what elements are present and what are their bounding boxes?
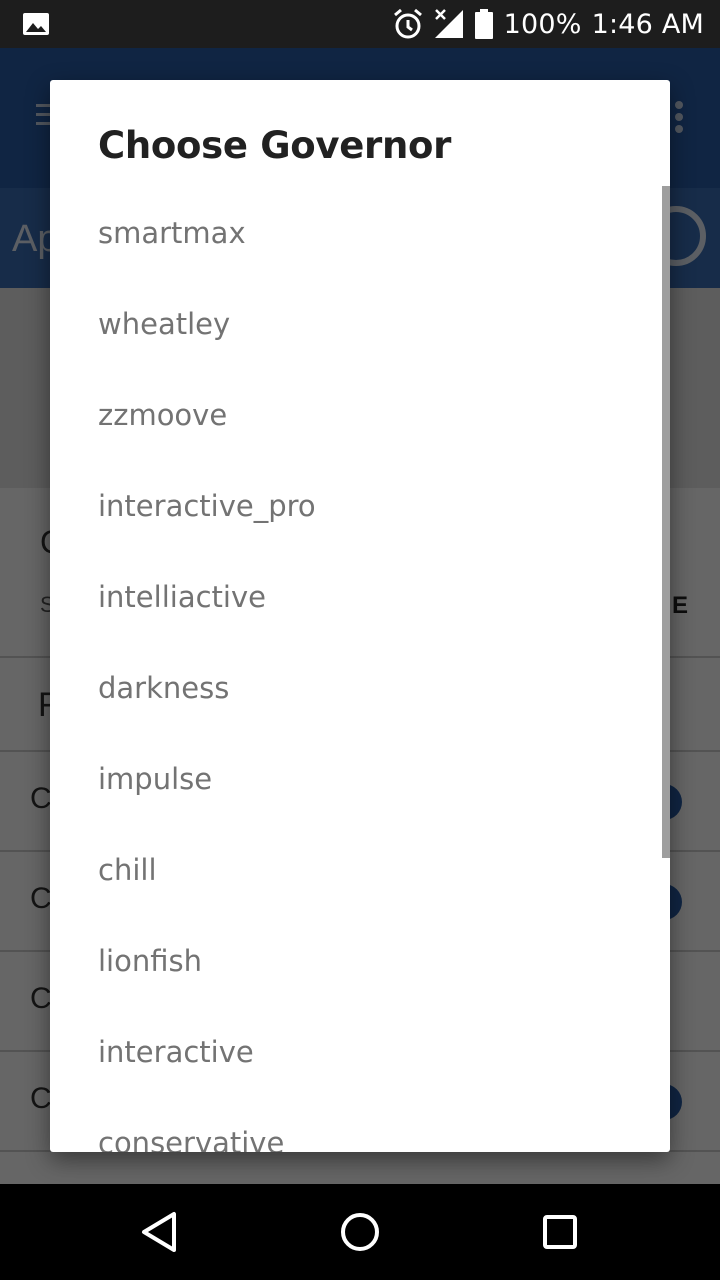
clock: 1:46 AM xyxy=(591,8,704,40)
option-intelliactive[interactable]: intelliactive xyxy=(50,551,670,642)
option-darkness[interactable]: darkness xyxy=(50,642,670,733)
governor-option-list[interactable]: smartmax wheatley zzmoove interactive_pr… xyxy=(50,187,670,1153)
option-interactive-pro[interactable]: interactive_pro xyxy=(50,460,670,551)
choose-governor-dialog: Choose Governor smartmax wheatley zzmoov… xyxy=(50,80,670,1152)
option-chill[interactable]: chill xyxy=(50,824,670,915)
alarm-icon xyxy=(393,8,422,39)
navigation-bar xyxy=(0,1184,720,1280)
status-bar: 100% 1:46 AM xyxy=(0,0,720,48)
option-zzmoove[interactable]: zzmoove xyxy=(50,369,670,460)
scrollbar-thumb[interactable] xyxy=(662,186,670,858)
option-wheatley[interactable]: wheatley xyxy=(50,278,670,369)
back-icon[interactable] xyxy=(136,1208,184,1256)
battery-icon xyxy=(474,9,493,39)
home-icon[interactable] xyxy=(336,1208,384,1256)
option-interactive[interactable]: interactive xyxy=(50,1006,670,1097)
signal-icon xyxy=(434,9,463,38)
dialog-title: Choose Governor xyxy=(98,124,452,167)
option-impulse[interactable]: impulse xyxy=(50,733,670,824)
recents-icon[interactable] xyxy=(536,1208,584,1256)
option-conservative[interactable]: conservative xyxy=(50,1097,670,1153)
gallery-icon xyxy=(23,13,49,35)
option-lionfish[interactable]: lionfish xyxy=(50,915,670,1006)
battery-percent: 100% xyxy=(503,8,582,40)
option-smartmax[interactable]: smartmax xyxy=(50,187,670,278)
